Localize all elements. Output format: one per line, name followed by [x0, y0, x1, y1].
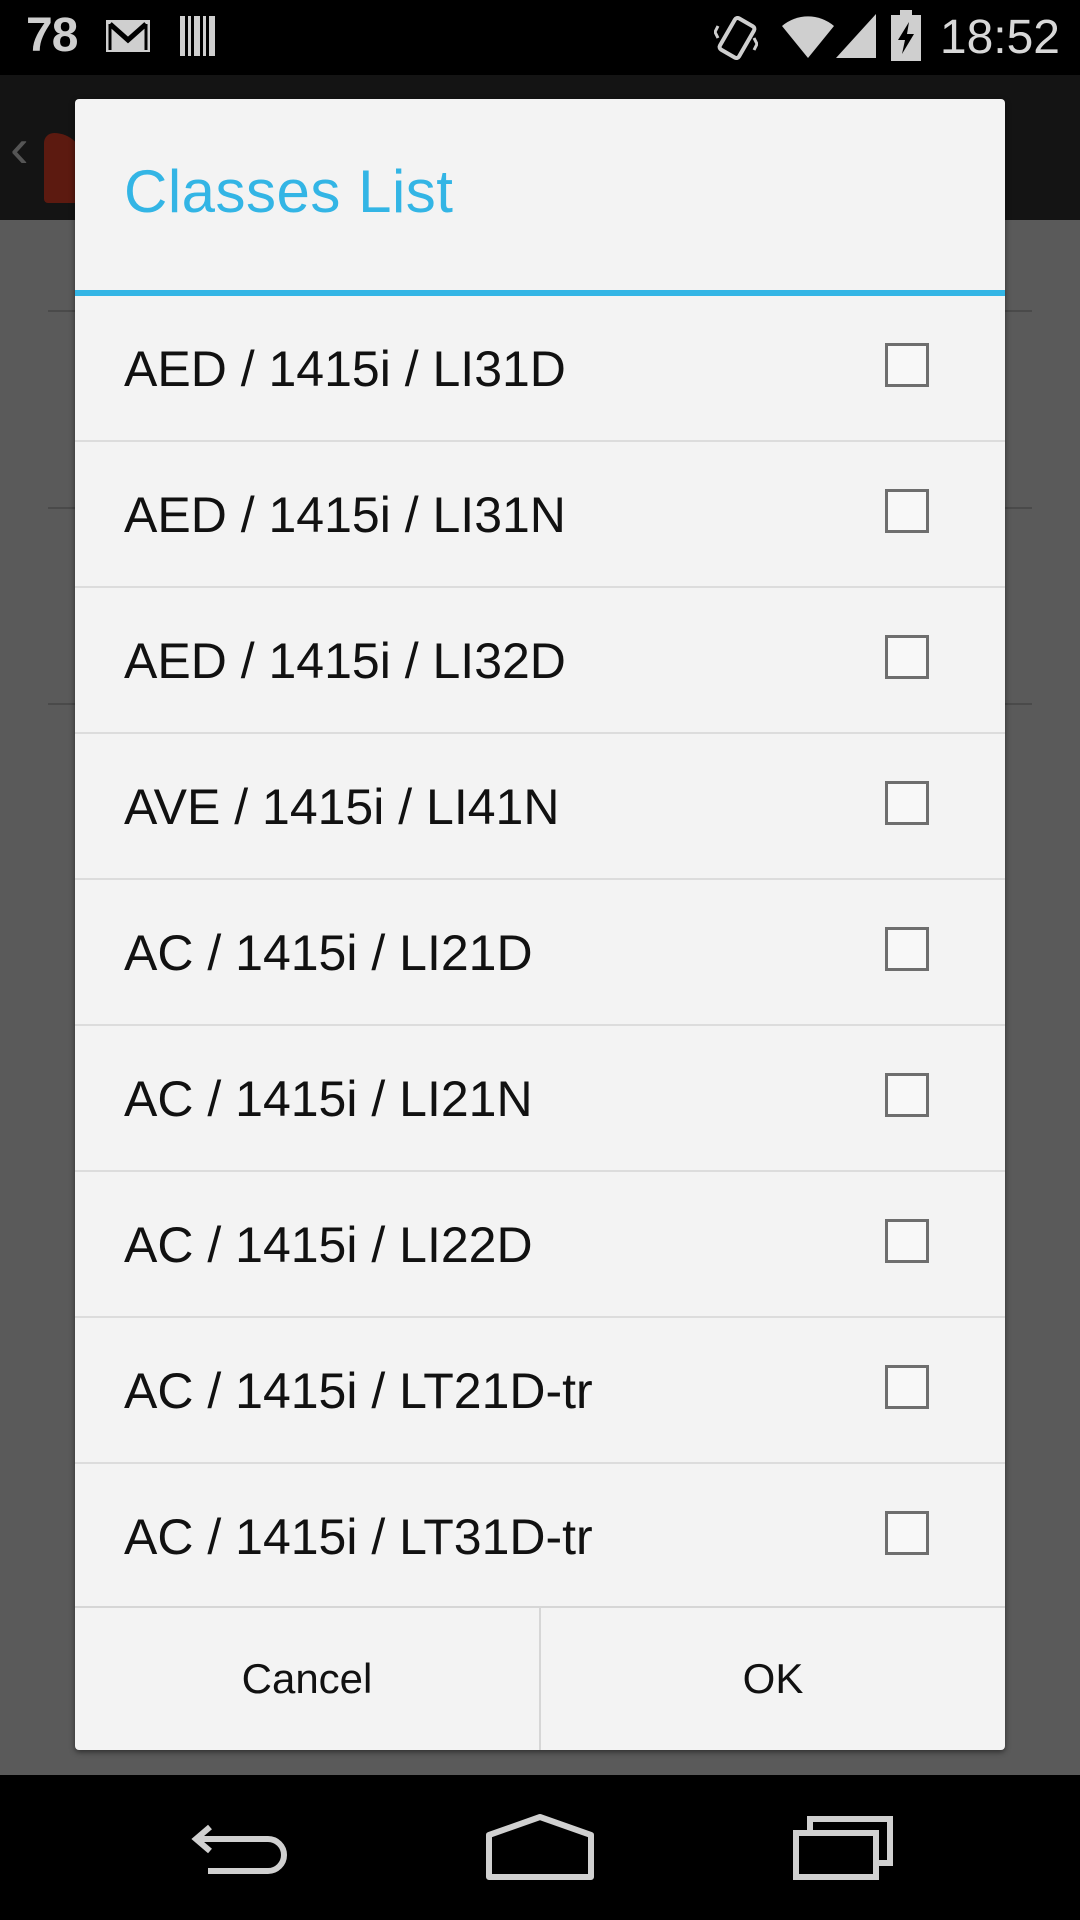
list-item-label: AC / 1415i / LI21D [124, 925, 533, 981]
checkbox[interactable] [885, 1365, 929, 1409]
checkbox[interactable] [885, 927, 929, 971]
checkbox[interactable] [885, 635, 929, 679]
wifi-icon [780, 12, 836, 65]
ok-button[interactable]: OK [541, 1608, 1005, 1750]
checkbox[interactable] [885, 343, 929, 387]
checkbox[interactable] [885, 1219, 929, 1263]
checkbox[interactable] [885, 1511, 929, 1555]
list-item[interactable]: AC / 1415i / LT21D-tr [75, 1318, 1005, 1464]
dialog-title: Classes List [124, 158, 454, 225]
barcode-icon [178, 14, 218, 63]
dialog-button-bar: Cancel OK [75, 1606, 1005, 1750]
status-bar: 78 18:52 [0, 0, 1080, 75]
checkbox[interactable] [885, 489, 929, 533]
list-item[interactable]: AED / 1415i / LI32D [75, 588, 1005, 734]
list-item[interactable]: AED / 1415i / LI31D [75, 296, 1005, 442]
signal-icon [834, 12, 878, 65]
list-item-label: AED / 1415i / LI31D [124, 341, 566, 397]
cancel-button[interactable]: Cancel [75, 1608, 539, 1750]
list-item[interactable]: AC / 1415i / LI21N [75, 1026, 1005, 1172]
vibrate-icon [713, 12, 759, 69]
battery-percent-text: 78 [26, 9, 78, 62]
list-item-label: AC / 1415i / LT21D-tr [124, 1363, 593, 1419]
list-item-label: AC / 1415i / LI21N [124, 1071, 533, 1127]
gmail-icon [104, 16, 152, 61]
list-item[interactable]: AC / 1415i / LI22D [75, 1172, 1005, 1318]
back-icon[interactable] [188, 1805, 292, 1890]
home-icon[interactable] [484, 1805, 596, 1890]
classes-list-dialog: Classes List AED / 1415i / LI31D AED / 1… [75, 99, 1005, 1750]
list-item-label: AED / 1415i / LI32D [124, 633, 566, 689]
battery-charging-icon [890, 10, 922, 67]
recent-apps-icon[interactable] [790, 1805, 894, 1890]
list-item-label: AC / 1415i / LI22D [124, 1217, 533, 1273]
list-item-label: AED / 1415i / LI31N [124, 487, 566, 543]
list-item[interactable]: AC / 1415i / LT31D-tr [75, 1464, 1005, 1606]
classes-list[interactable]: AED / 1415i / LI31D AED / 1415i / LI31N … [75, 296, 1005, 1606]
screen: 78 18:52 ‹ Classes List AED / 1415i / LI… [0, 0, 1080, 1920]
list-item[interactable]: AVE / 1415i / LI41N [75, 734, 1005, 880]
checkbox[interactable] [885, 781, 929, 825]
list-item-label: AC / 1415i / LT31D-tr [124, 1509, 593, 1565]
list-item[interactable]: AC / 1415i / LI21D [75, 880, 1005, 1026]
navigation-bar [0, 1775, 1080, 1920]
checkbox[interactable] [885, 1073, 929, 1117]
up-icon: ‹ [10, 116, 29, 179]
list-item[interactable]: AED / 1415i / LI31N [75, 442, 1005, 588]
list-item-label: AVE / 1415i / LI41N [124, 779, 560, 835]
clock: 18:52 [939, 11, 1060, 64]
